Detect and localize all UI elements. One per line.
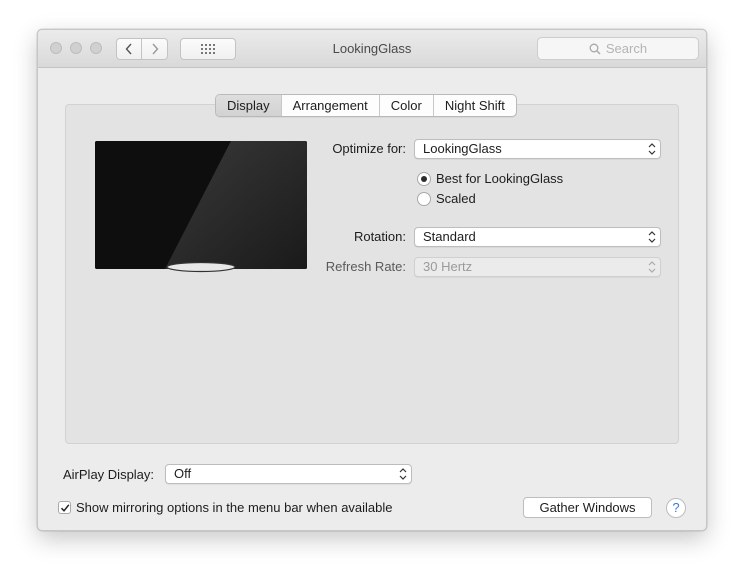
show-mirroring-label: Show mirroring options in the menu bar w…	[76, 500, 393, 515]
up-down-arrows-icon	[399, 468, 407, 480]
radio-unselected-icon	[417, 191, 431, 206]
refresh-rate-label: Refresh Rate:	[325, 259, 406, 274]
up-down-arrows-icon	[648, 143, 656, 155]
radio-scaled-label: Scaled	[436, 191, 476, 206]
display-stand-icon	[166, 262, 236, 273]
rotation-popup[interactable]: Standard	[414, 227, 661, 247]
rotation-value: Standard	[423, 229, 476, 244]
radio-scaled[interactable]: Scaled	[417, 191, 476, 206]
refresh-rate-popup: 30 Hertz	[414, 257, 661, 277]
optimize-for-popup[interactable]: LookingGlass	[414, 139, 661, 159]
tab-arrangement[interactable]: Arrangement	[280, 95, 379, 116]
gather-windows-button[interactable]: Gather Windows	[523, 497, 652, 518]
display-preview-image	[95, 141, 307, 269]
airplay-display-popup[interactable]: Off	[165, 464, 412, 484]
airplay-display-label: AirPlay Display:	[63, 467, 155, 482]
radio-best-label: Best for LookingGlass	[436, 171, 564, 186]
tab-display[interactable]: Display	[216, 95, 281, 116]
tab-night-shift[interactable]: Night Shift	[432, 95, 516, 116]
tab-bar: Display Arrangement Color Night Shift	[215, 94, 517, 117]
show-mirroring-checkbox[interactable]: Show mirroring options in the menu bar w…	[58, 500, 393, 515]
search-placeholder: Search	[605, 41, 648, 56]
refresh-rate-value: 30 Hertz	[423, 259, 473, 274]
up-down-arrows-icon	[648, 231, 656, 243]
search-icon	[589, 43, 601, 54]
optimize-for-label: Optimize for:	[332, 141, 406, 156]
up-down-arrows-icon	[648, 261, 656, 273]
search-field[interactable]: Search	[537, 37, 699, 60]
radio-selected-icon	[417, 171, 431, 186]
rotation-label: Rotation:	[353, 229, 406, 244]
system-preferences-window: LookingGlass Search Display Arrangement …	[37, 29, 707, 531]
airplay-display-value: Off	[174, 466, 192, 481]
checkbox-box[interactable]	[58, 501, 71, 514]
help-button[interactable]: ?	[666, 498, 686, 518]
optimize-for-value: LookingGlass	[423, 141, 502, 156]
checkmark-icon	[60, 503, 69, 512]
radio-best-for-display[interactable]: Best for LookingGlass	[417, 171, 563, 186]
title-bar: LookingGlass Search	[38, 30, 706, 68]
tab-color[interactable]: Color	[378, 95, 433, 116]
